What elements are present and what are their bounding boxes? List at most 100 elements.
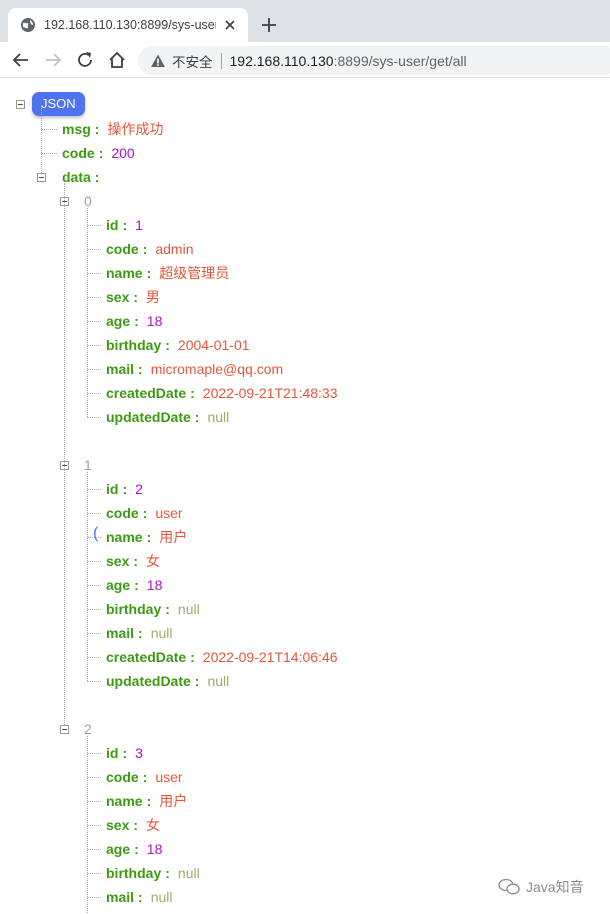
tree-branch-line — [87, 753, 101, 754]
warning-icon[interactable] — [150, 53, 166, 69]
json-colon: : — [146, 265, 152, 281]
browser-tab[interactable]: 192.168.110.130:8899/sys-user/get/all — [8, 8, 248, 42]
json-row-id: id:3 — [106, 742, 143, 764]
tree-guide-line — [64, 183, 65, 725]
reload-icon[interactable] — [74, 49, 96, 71]
tree-branch-line — [87, 393, 101, 394]
address-bar[interactable]: 不安全 192.168.110.130:8899/sys-user/get/al… — [138, 46, 610, 75]
json-value: 用户 — [159, 529, 188, 545]
security-status-label[interactable]: 不安全 — [172, 51, 213, 71]
json-row-data: data: — [62, 166, 107, 188]
tree-branch-line — [87, 849, 101, 850]
collapse-toggle-data[interactable] — [37, 173, 46, 182]
json-colon: : — [134, 577, 139, 593]
tree-branch-line — [87, 417, 101, 418]
json-value: 操作成功 — [107, 121, 164, 137]
tree-branch-line — [87, 345, 101, 346]
json-colon: : — [133, 817, 139, 833]
json-value: user — [155, 769, 183, 785]
json-key: age — [106, 313, 131, 329]
json-colon: : — [146, 529, 152, 545]
collapse-toggle-record-2[interactable] — [60, 725, 69, 734]
tree-branch-line — [87, 825, 101, 826]
tree-branch-line — [87, 777, 101, 778]
json-row-createdDate: createdDate:2022-09-21T21:48:33 — [106, 382, 338, 404]
json-row-updatedDate: updatedDate: null — [106, 406, 229, 428]
json-key: birthday — [106, 865, 162, 881]
home-icon[interactable] — [106, 49, 128, 71]
tree-branch-line — [87, 513, 101, 514]
tree-branch-line — [41, 153, 57, 154]
json-colon: : — [122, 217, 128, 233]
json-key: id — [106, 481, 119, 497]
json-key: name — [106, 529, 143, 545]
tree-branch-line — [87, 537, 101, 538]
json-colon: : — [138, 625, 143, 641]
json-colon: : — [138, 361, 143, 377]
json-value: 用户 — [159, 793, 188, 809]
json-key: code — [106, 505, 139, 521]
json-key: mail — [106, 361, 135, 377]
tree-branch-line — [87, 369, 101, 370]
json-row-age: age:18 — [106, 574, 162, 596]
json-key: sex — [106, 289, 130, 305]
json-row-code: code: user — [106, 502, 183, 524]
tab-title: 192.168.110.130:8899/sys-user/get/all — [44, 18, 216, 32]
json-row-name: name: 用户 — [106, 790, 187, 812]
json-row-name: name: 超级管理员 — [106, 262, 229, 284]
json-key: updatedDate — [106, 673, 191, 689]
json-row-mail: mail: null — [106, 622, 172, 644]
json-key: name — [106, 265, 143, 281]
json-key: code — [106, 769, 139, 785]
tree-branch-line — [87, 681, 101, 682]
tree-branch-line — [87, 633, 101, 634]
json-value: 3 — [135, 745, 143, 761]
tab-strip: 192.168.110.130:8899/sys-user/get/all — [0, 0, 610, 42]
json-key: data — [62, 169, 91, 185]
json-key: age — [106, 841, 131, 857]
json-row-updatedDate: updatedDate: null — [106, 670, 229, 692]
json-row-createdDate: createdDate:2022-10-04T13:52:09 — [106, 910, 338, 914]
json-badge[interactable]: JSON — [32, 92, 85, 116]
tree-branch-line — [87, 561, 101, 562]
forward-arrow-icon[interactable] — [42, 49, 64, 71]
new-tab-plus-icon[interactable] — [258, 14, 280, 36]
json-row-code: code: admin — [106, 238, 194, 260]
array-index-label: 1 — [84, 457, 92, 473]
json-key: createdDate — [106, 385, 187, 401]
json-colon: : — [94, 121, 100, 137]
bracket-marker: ( — [93, 525, 99, 542]
json-viewer: JSON ( msg: 操作成功 code:200 data:0 id:1 code: ad… — [0, 78, 610, 914]
watermark-text: Java知音 — [526, 879, 584, 895]
tree-branch-line — [87, 273, 101, 274]
json-key: sex — [106, 553, 130, 569]
json-key: birthday — [106, 337, 162, 353]
json-key: sex — [106, 817, 130, 833]
tree-branch-line — [87, 873, 101, 874]
json-row-sex: sex: 男 — [106, 286, 160, 308]
json-colon: : — [134, 841, 139, 857]
json-colon: : — [122, 481, 128, 497]
json-colon: : — [138, 889, 143, 905]
json-value: null — [207, 409, 230, 425]
json-value: 超级管理员 — [159, 265, 230, 281]
close-icon[interactable] — [222, 17, 238, 33]
json-colon: : — [190, 385, 195, 401]
tree-branch-line — [87, 585, 101, 586]
tree-branch-line — [87, 321, 101, 322]
json-value: micromaple@qq.com — [150, 361, 284, 377]
json-colon: : — [94, 169, 100, 185]
json-value: null — [177, 601, 200, 617]
url-text[interactable]: 192.168.110.130:8899/sys-user/get/all — [230, 53, 467, 69]
url-host: 192.168.110.130 — [229, 52, 334, 69]
json-row-birthday: birthday:2004-01-01 — [106, 334, 250, 356]
back-arrow-icon[interactable] — [10, 49, 32, 71]
json-row-code: code: user — [106, 766, 183, 788]
json-value: 2 — [135, 481, 143, 497]
json-row-mail: mail: null — [106, 886, 172, 908]
json-colon: : — [165, 337, 170, 353]
collapse-toggle-root[interactable] — [16, 100, 25, 109]
json-value: user — [155, 505, 183, 521]
json-value: null — [150, 889, 173, 905]
tree-branch-line — [87, 801, 101, 802]
